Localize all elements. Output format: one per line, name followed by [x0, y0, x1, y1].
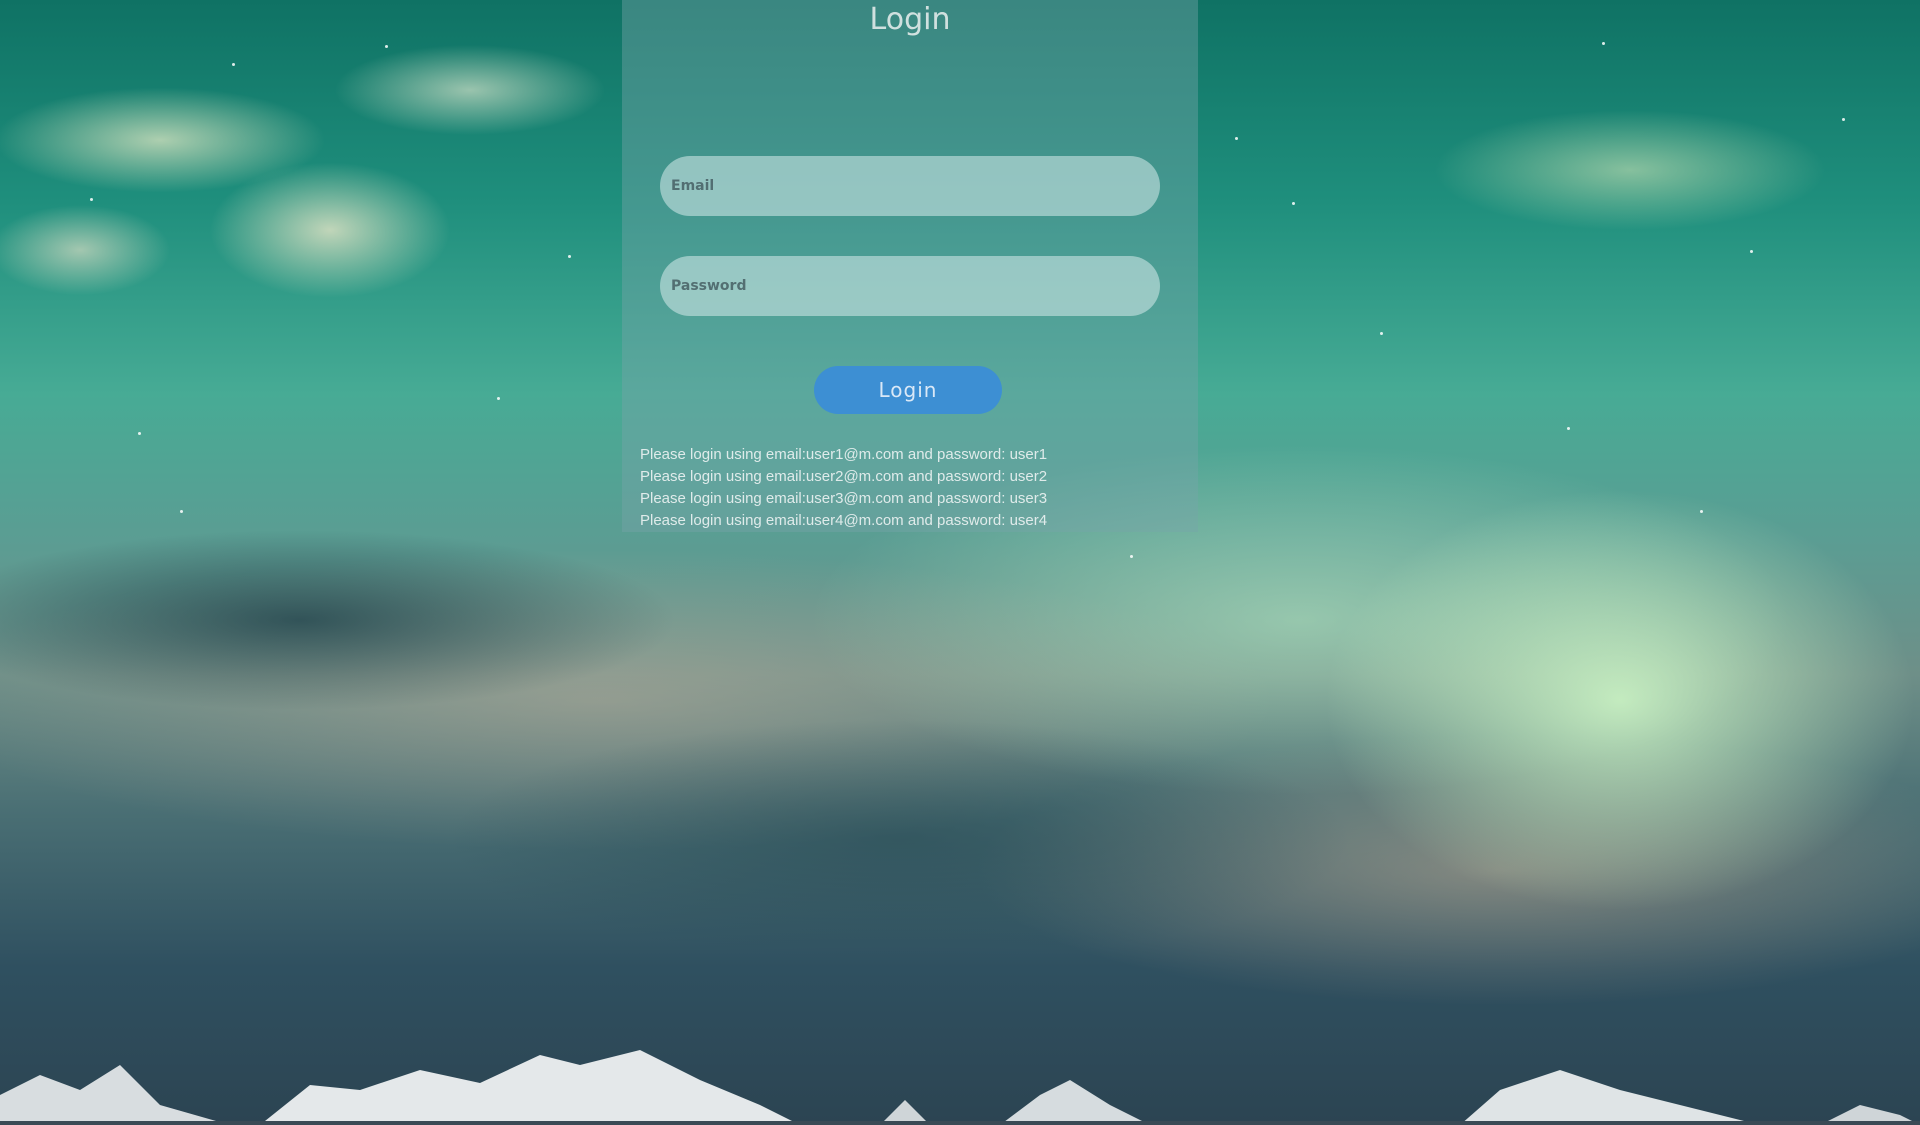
login-panel: Login Email Password Login Please login … [622, 0, 1198, 532]
email-field[interactable]: Email [660, 156, 1160, 216]
mountain-range [0, 1050, 1920, 1125]
password-field[interactable]: Password [660, 256, 1160, 316]
login-button[interactable]: Login [814, 366, 1002, 414]
password-placeholder: Password [671, 278, 747, 294]
login-hints: Please login using email:user1@m.com and… [640, 444, 1047, 532]
email-placeholder: Email [671, 178, 715, 194]
hint-line: Please login using email:user3@m.com and… [640, 490, 1048, 507]
hint-line: Please login using email:user4@m.com and… [640, 512, 1048, 529]
page-title: Login [869, 2, 951, 37]
hint-line: Please login using email:user2@m.com and… [640, 468, 1048, 485]
hint-line: Please login using email:user1@m.com and… [640, 446, 1048, 463]
